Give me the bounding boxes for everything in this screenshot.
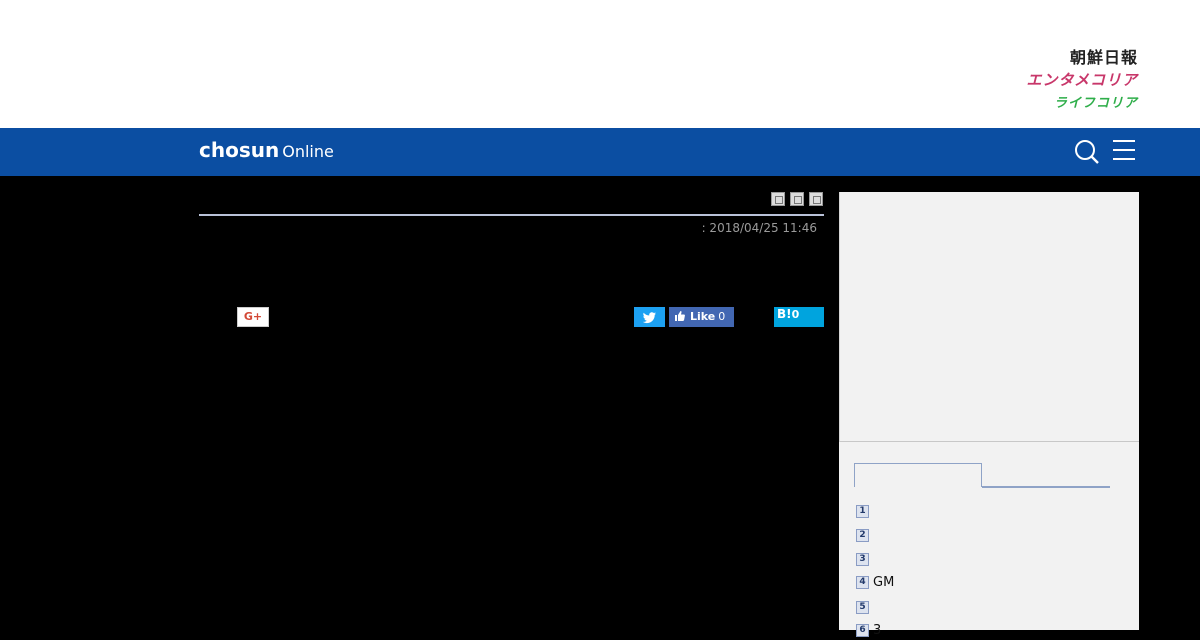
thumbs-up-icon [675, 311, 685, 321]
facebook-like-button[interactable]: Like 0 [669, 307, 734, 327]
ad-slot [839, 192, 1139, 442]
twitter-button[interactable] [634, 307, 665, 327]
chosun-ilbo-link[interactable]: 朝鮮日報 [1070, 44, 1138, 68]
back-icon[interactable] [809, 192, 823, 206]
article-divider [199, 214, 824, 216]
text-icon[interactable] [790, 192, 804, 206]
rank-number: 3 [856, 553, 869, 566]
rank-title: 3 [873, 623, 882, 638]
top-header: 朝鮮日報 エンタメコリア ライフコリア [0, 0, 1200, 128]
print-icon[interactable] [771, 192, 785, 206]
rank-number: 6 [856, 624, 869, 637]
facebook-like-label: Like [690, 310, 716, 323]
twitter-icon [642, 312, 656, 324]
rank-title: GM [873, 575, 895, 590]
menu-icon[interactable] [1113, 140, 1135, 164]
logo-text-bold: chosun [199, 138, 280, 162]
ranking-item[interactable]: 1 [856, 501, 873, 521]
logo-text-light: Online [282, 142, 334, 161]
rank-number: 2 [856, 529, 869, 542]
article-date: : 2018/04/25 11:46 [701, 221, 817, 235]
sidebar: 1 2 3 4 GM 5 63 [839, 192, 1139, 638]
site-logo[interactable]: chosun Online [199, 138, 334, 162]
rank-number: 4 [856, 576, 869, 589]
hatena-icon: B! [777, 307, 792, 321]
main-navbar: chosun Online [0, 128, 1200, 176]
ranking-item[interactable]: 5 [856, 597, 873, 617]
rank-number: 1 [856, 505, 869, 518]
hatena-bookmark-button[interactable]: B!0 [774, 307, 824, 327]
ranking-item[interactable]: 3 [856, 549, 873, 569]
hatena-count: 0 [791, 308, 800, 321]
ranking-item[interactable]: 63 [856, 620, 881, 640]
search-icon[interactable] [1074, 139, 1100, 165]
entame-korea-link[interactable]: エンタメコリア [1026, 69, 1138, 90]
google-plus-button[interactable]: G+ [237, 307, 269, 327]
ranking-item[interactable]: 2 [856, 525, 873, 545]
facebook-like-count: 0 [718, 310, 726, 323]
ranking-item[interactable]: 4 GM [856, 572, 894, 592]
ranking-tab-active[interactable] [854, 463, 982, 487]
life-korea-link[interactable]: ライフコリア [1054, 92, 1138, 111]
ranking-tab-inactive[interactable] [982, 486, 1110, 488]
rank-number: 5 [856, 601, 869, 614]
